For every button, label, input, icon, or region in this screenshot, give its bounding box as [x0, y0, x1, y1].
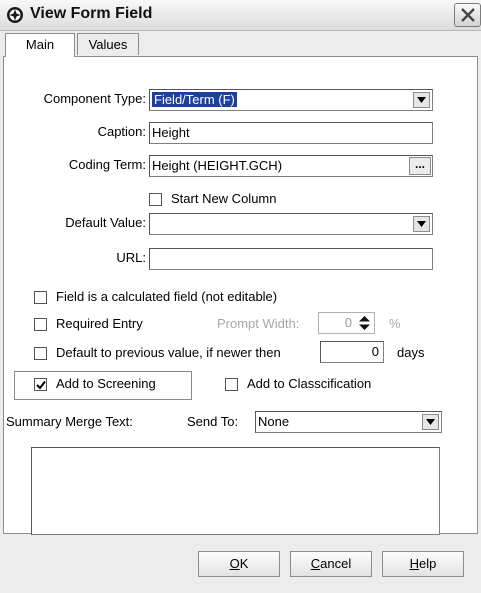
default-previous-days-input[interactable]: 0: [320, 341, 384, 363]
url-label: URL:: [116, 250, 146, 265]
add-screening-label: Add to Screening: [56, 376, 156, 391]
send-to-select[interactable]: None: [255, 411, 442, 433]
checkmark-icon: [36, 380, 46, 390]
window-title: View Form Field: [30, 5, 153, 22]
prompt-width-label: Prompt Width:: [217, 316, 300, 331]
default-value-select[interactable]: [149, 213, 433, 235]
close-icon: [461, 8, 475, 22]
cancel-button-label: Cancel: [310, 556, 352, 571]
prompt-width-spin-buttons[interactable]: [356, 314, 373, 332]
tab-main[interactable]: Main: [5, 33, 75, 57]
ok-button[interactable]: OK: [198, 551, 280, 577]
default-previous-label: Default to previous value, if newer then: [56, 345, 281, 360]
title-bar: View Form Field: [0, 0, 481, 31]
default-previous-checkbox[interactable]: [34, 347, 47, 360]
calculated-field-label: Field is a calculated field (not editabl…: [56, 289, 278, 304]
required-entry-checkbox[interactable]: [34, 318, 47, 331]
send-to-dropdown-button[interactable]: [422, 414, 439, 430]
app-globe-icon: [6, 6, 24, 24]
prompt-width-spinner[interactable]: 0: [318, 312, 375, 334]
component-type-value: Field/Term (F): [152, 92, 237, 107]
close-button[interactable]: [454, 3, 481, 27]
help-button-label: Help: [409, 556, 437, 571]
default-value-label: Default Value:: [65, 215, 146, 230]
component-type-label: Component Type:: [43, 91, 146, 106]
coding-term-value: Height (HEIGHT.GCH): [152, 158, 283, 173]
summary-merge-textarea[interactable]: [31, 447, 440, 535]
add-screening-checkbox[interactable]: [34, 378, 47, 391]
prompt-width-value: 0: [344, 315, 352, 330]
required-entry-label: Required Entry: [56, 316, 143, 331]
cancel-button[interactable]: Cancel: [290, 551, 372, 577]
ok-button-label: OK: [229, 556, 249, 571]
summary-merge-label: Summary Merge Text:: [6, 414, 133, 429]
component-type-select[interactable]: Field/Term (F): [149, 89, 433, 111]
tab-values[interactable]: Values: [77, 33, 139, 55]
start-new-column-checkbox[interactable]: [149, 193, 162, 206]
default-value-dropdown-button[interactable]: [413, 216, 430, 232]
start-new-column-label: Start New Column: [171, 191, 277, 206]
coding-term-label: Coding Term:: [68, 157, 146, 172]
coding-term-browse-button[interactable]: ...: [409, 157, 431, 175]
caption-label: Caption:: [97, 124, 146, 139]
add-classification-label: Add to Classcification: [247, 376, 372, 391]
percent-label: %: [389, 316, 401, 331]
component-type-dropdown-button[interactable]: [413, 92, 430, 108]
chevron-down-icon: [417, 221, 426, 227]
url-input[interactable]: [149, 248, 433, 270]
coding-term-field[interactable]: Height (HEIGHT.GCH) ...: [149, 155, 433, 177]
chevron-down-icon: [426, 419, 435, 425]
add-classification-checkbox[interactable]: [225, 378, 238, 391]
calculated-field-checkbox[interactable]: [34, 291, 47, 304]
send-to-label: Send To:: [187, 414, 239, 429]
chevron-down-icon: [417, 97, 426, 103]
view-form-field-dialog: View Form Field Main Values Component Ty…: [0, 0, 481, 593]
days-label: days: [397, 345, 425, 360]
help-button[interactable]: Help: [382, 551, 464, 577]
send-to-value: None: [258, 414, 290, 429]
caption-input[interactable]: Height: [149, 122, 433, 144]
